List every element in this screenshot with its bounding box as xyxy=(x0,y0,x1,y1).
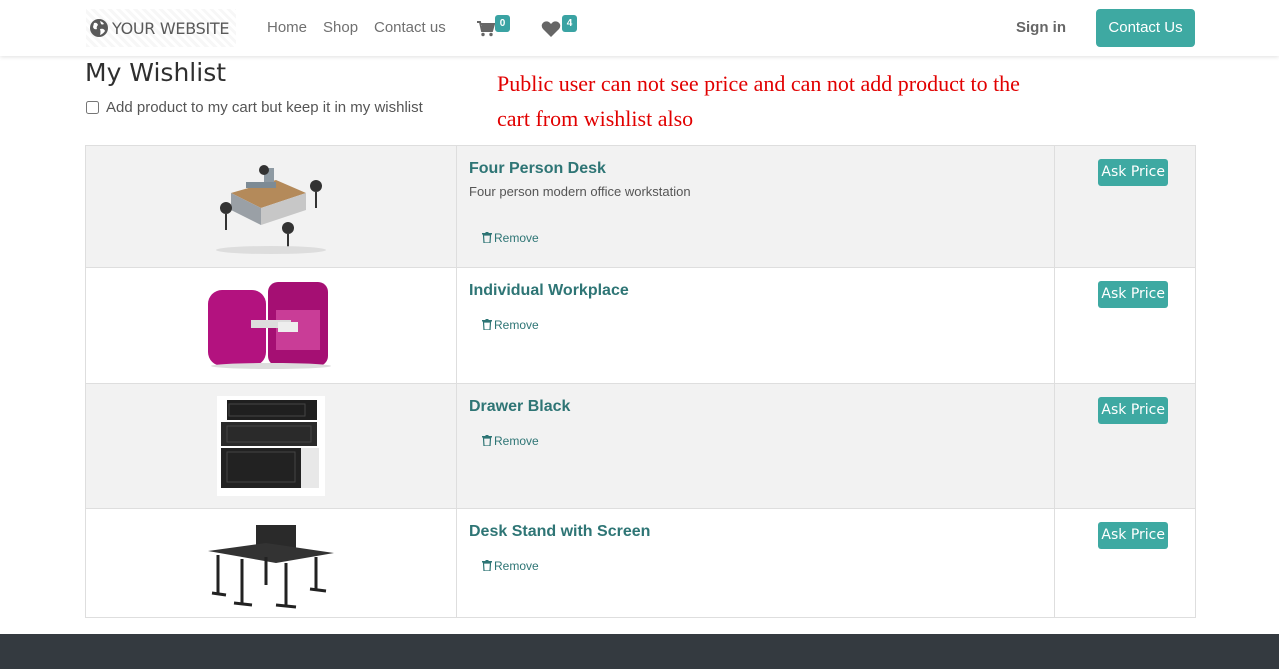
ask-price-button[interactable]: Ask Price xyxy=(1098,281,1168,308)
product-info-cell: Individual Workplace Remove xyxy=(456,267,1055,384)
four-person-desk-image[interactable] xyxy=(206,158,336,258)
site-header: YOUR WEBSITE Home Shop Contact us 0 4 Si… xyxy=(0,0,1279,56)
product-name[interactable]: Drawer Black xyxy=(469,398,1042,416)
trash-icon xyxy=(482,560,492,571)
globe-icon xyxy=(90,19,108,37)
wishlist-count-badge: 4 xyxy=(562,15,577,32)
individual-workplace-image[interactable] xyxy=(206,280,336,370)
product-image-cell xyxy=(85,267,457,384)
remove-label: Remove xyxy=(494,317,539,332)
ask-price-button[interactable]: Ask Price xyxy=(1098,159,1168,186)
remove-link[interactable]: Remove xyxy=(482,559,539,573)
desk-stand-screen-image[interactable] xyxy=(206,521,336,611)
keep-in-wishlist-option[interactable]: Add product to my cart but keep it in my… xyxy=(85,99,423,116)
product-info-cell: Drawer Black Remove xyxy=(456,383,1055,509)
nav-home[interactable]: Home xyxy=(267,19,307,36)
drawer-black-image[interactable] xyxy=(217,396,325,496)
site-logo[interactable]: YOUR WEBSITE xyxy=(86,9,236,47)
product-name[interactable]: Individual Workplace xyxy=(469,282,1042,300)
remove-label: Remove xyxy=(494,558,539,573)
product-image-cell xyxy=(85,508,457,618)
nav-shop[interactable]: Shop xyxy=(323,19,358,36)
keep-in-wishlist-checkbox[interactable] xyxy=(86,101,99,114)
trash-icon xyxy=(482,319,492,330)
product-name[interactable]: Desk Stand with Screen xyxy=(469,523,1042,541)
product-description: Four person modern office workstation xyxy=(469,184,691,199)
product-action-cell: Ask Price xyxy=(1054,145,1196,268)
table-row: Desk Stand with Screen Remove Ask Price xyxy=(85,508,1196,618)
product-info-cell: Four Person Desk Four person modern offi… xyxy=(456,145,1055,268)
product-action-cell: Ask Price xyxy=(1054,508,1196,618)
product-name[interactable]: Four Person Desk xyxy=(469,160,1042,178)
annotation-note: Public user can not see price and can no… xyxy=(497,71,1020,131)
product-action-cell: Ask Price xyxy=(1054,383,1196,509)
product-image-cell xyxy=(85,383,457,509)
remove-link[interactable]: Remove xyxy=(482,318,539,332)
trash-icon xyxy=(482,232,492,243)
heart-icon[interactable] xyxy=(541,20,561,38)
ask-price-button[interactable]: Ask Price xyxy=(1098,522,1168,549)
product-info-cell: Desk Stand with Screen Remove xyxy=(456,508,1055,618)
cart-count-badge: 0 xyxy=(495,15,510,32)
remove-label: Remove xyxy=(494,230,539,245)
site-footer xyxy=(0,634,1279,669)
page-title: My Wishlist xyxy=(85,58,227,87)
table-row: Individual Workplace Remove Ask Price xyxy=(85,267,1196,384)
nav-contact[interactable]: Contact us xyxy=(374,19,446,36)
table-row: Drawer Black Remove Ask Price xyxy=(85,383,1196,509)
ask-price-button[interactable]: Ask Price xyxy=(1098,397,1168,424)
sign-in-link[interactable]: Sign in xyxy=(1016,19,1066,36)
cart-icon[interactable] xyxy=(476,20,496,38)
trash-icon xyxy=(482,435,492,446)
remove-link[interactable]: Remove xyxy=(482,434,539,448)
table-row: Four Person Desk Four person modern offi… xyxy=(85,145,1196,268)
remove-link[interactable]: Remove xyxy=(482,231,539,245)
logo-text: YOUR WEBSITE xyxy=(112,18,230,38)
remove-label: Remove xyxy=(494,433,539,448)
wishlist-table: Four Person Desk Four person modern offi… xyxy=(85,145,1196,618)
keep-in-wishlist-label: Add product to my cart but keep it in my… xyxy=(106,99,423,116)
product-action-cell: Ask Price xyxy=(1054,267,1196,384)
product-image-cell xyxy=(85,145,457,268)
contact-us-button[interactable]: Contact Us xyxy=(1096,9,1195,47)
